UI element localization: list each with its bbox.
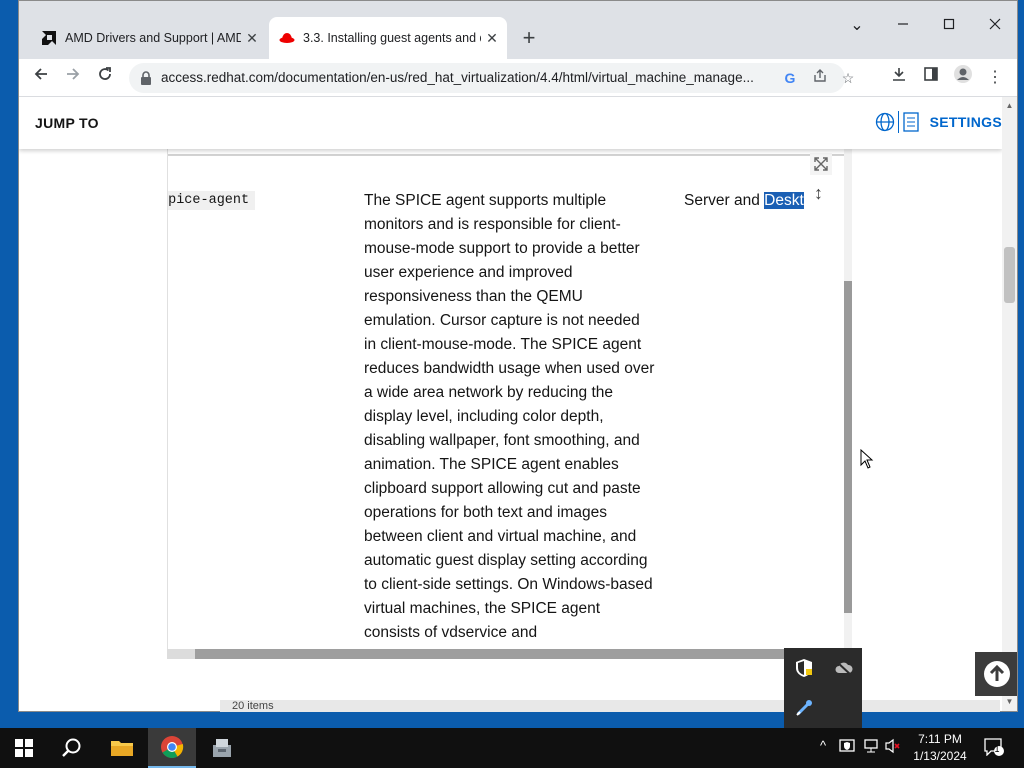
system-clock[interactable]: 7:11 PM 1/13/2024 xyxy=(908,731,972,765)
scroll-down-arrow-icon[interactable]: ▼ xyxy=(1004,697,1015,706)
agent-os-cell: Server and Deskt xyxy=(684,189,804,213)
start-button[interactable] xyxy=(0,728,48,768)
new-tab-icon[interactable]: + xyxy=(515,25,543,53)
folder-icon xyxy=(111,741,133,756)
notification-count: 1 xyxy=(994,744,1000,754)
security-shield-icon[interactable] xyxy=(794,658,814,678)
os-text: Server and xyxy=(684,192,765,209)
page-scroll-thumb[interactable] xyxy=(1004,247,1015,303)
expand-icon[interactable] xyxy=(810,153,832,175)
profile-avatar-icon[interactable] xyxy=(949,64,977,92)
table-horizontal-thumb[interactable] xyxy=(195,649,843,659)
network-icon[interactable] xyxy=(862,738,880,758)
address-bar[interactable]: access.redhat.com/documentation/en-us/re… xyxy=(129,63,854,93)
browser-toolbar: access.redhat.com/documentation/en-us/re… xyxy=(19,59,1017,97)
tab-redhat[interactable]: 3.3. Installing guest agents and d ✕ xyxy=(269,17,507,59)
amd-logo-icon xyxy=(41,30,57,46)
chrome-taskbar-button[interactable] xyxy=(148,728,196,768)
lock-icon[interactable] xyxy=(139,70,153,86)
document-icon[interactable] xyxy=(902,112,920,132)
guest-agents-table[interactable]: spice-agent The SPICE agent supports mul… xyxy=(167,149,853,649)
search-button[interactable] xyxy=(48,728,96,768)
tab-close-icon[interactable]: ✕ xyxy=(241,30,263,47)
show-hidden-icons-chevron-icon[interactable]: ^ xyxy=(814,738,832,758)
tray-overflow-popup xyxy=(784,648,862,728)
forward-icon[interactable] xyxy=(59,64,87,92)
tab-search-chevron-icon[interactable]: ⌄ xyxy=(837,9,877,43)
redhat-logo-icon xyxy=(279,30,295,46)
close-window-icon[interactable] xyxy=(975,9,1015,43)
download-icon[interactable] xyxy=(885,64,913,92)
share-icon[interactable] xyxy=(809,67,831,89)
security-center-icon[interactable] xyxy=(838,738,856,758)
tab-close-icon[interactable]: ✕ xyxy=(481,30,503,47)
browser-window: AMD Drivers and Support | AMD ✕ 3.3. Ins… xyxy=(18,0,1018,712)
scroll-up-arrow-icon[interactable]: ▲ xyxy=(1004,101,1015,110)
agent-description: The SPICE agent supports multiple monito… xyxy=(364,192,655,641)
page-vertical-scrollbar[interactable] xyxy=(1002,97,1017,711)
chrome-icon xyxy=(161,736,184,758)
background-window-status: 20 items xyxy=(220,700,1000,712)
scroll-to-top-button[interactable] xyxy=(975,652,1017,696)
bookmark-star-icon[interactable]: ☆ xyxy=(837,67,859,89)
file-explorer-button[interactable] xyxy=(98,728,146,768)
jump-bar: JUMP TO SETTINGS xyxy=(19,97,1002,149)
maximize-icon[interactable] xyxy=(929,9,969,43)
url-text[interactable]: access.redhat.com/documentation/en-us/re… xyxy=(161,70,777,85)
action-center-icon[interactable]: 1 xyxy=(982,738,1006,758)
windows-taskbar: ^ 7:11 PM 1/13/2024 1 xyxy=(0,728,1024,768)
arrow-up-circle-icon xyxy=(984,661,1010,687)
network-adapter-icon[interactable] xyxy=(794,698,814,718)
settings-label: SETTINGS xyxy=(929,114,1002,130)
table-row-divider xyxy=(168,154,844,156)
selected-text[interactable]: Deskt xyxy=(764,192,804,209)
agent-name-code: spice-agent xyxy=(168,191,256,210)
tab-strip: AMD Drivers and Support | AMD ✕ 3.3. Ins… xyxy=(19,1,1017,59)
back-icon[interactable] xyxy=(27,64,55,92)
clock-time: 7:11 PM xyxy=(918,732,962,746)
volume-muted-icon[interactable] xyxy=(884,738,902,758)
item-count: 20 items xyxy=(232,700,274,712)
table-scroll-thumb[interactable] xyxy=(844,281,852,613)
search-icon xyxy=(62,738,81,757)
app-taskbar-button[interactable] xyxy=(198,728,246,768)
cloud-offline-icon[interactable] xyxy=(834,660,854,676)
minimize-icon[interactable] xyxy=(883,9,923,43)
reload-icon[interactable] xyxy=(91,64,119,92)
page-content: JUMP TO SETTINGS spice-agent The SPICE a… xyxy=(19,97,1002,711)
jump-to-button[interactable]: JUMP TO xyxy=(35,115,99,131)
side-panel-icon[interactable] xyxy=(917,64,945,92)
resize-arrows-icon[interactable]: ↕ xyxy=(814,183,830,207)
globe-icon[interactable] xyxy=(875,112,895,132)
more-menu-icon[interactable]: ⋮ xyxy=(981,64,1009,92)
mouse-cursor-icon xyxy=(860,449,874,469)
tab-title: 3.3. Installing guest agents and d xyxy=(303,31,481,45)
clock-date: 1/13/2024 xyxy=(913,749,967,763)
tab-title: AMD Drivers and Support | AMD xyxy=(65,31,241,45)
google-lens-icon[interactable]: G xyxy=(779,67,801,89)
windows-logo-icon xyxy=(15,739,33,757)
divider xyxy=(897,111,899,133)
tab-amd[interactable]: AMD Drivers and Support | AMD ✕ xyxy=(31,17,267,59)
settings-button[interactable]: SETTINGS xyxy=(875,111,1002,133)
installer-icon xyxy=(213,739,231,757)
